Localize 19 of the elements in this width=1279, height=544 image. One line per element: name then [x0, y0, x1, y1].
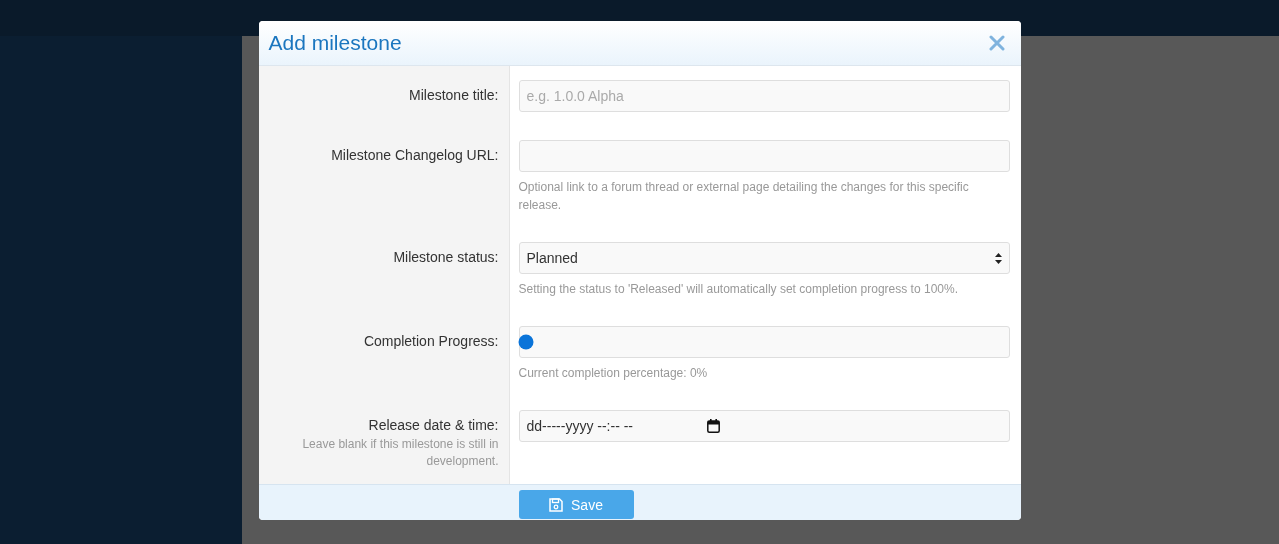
- field-note: Leave blank if this milestone is still in development.: [301, 436, 499, 470]
- dialog-title: Add milestone: [268, 31, 402, 55]
- calendar-icon: [706, 419, 720, 433]
- datetime-field[interactable]: dd-----yyyy --:-- --: [518, 410, 1010, 442]
- field-label: Milestone status:: [392, 249, 499, 265]
- field-label: Milestone Changelog URL:: [330, 147, 499, 163]
- help-text: Current completion percentage: 0%: [518, 365, 709, 382]
- field-label: Completion Progress:: [362, 333, 499, 349]
- slider-thumb[interactable]: [518, 334, 533, 350]
- close-icon[interactable]: [988, 35, 1005, 51]
- field-label: Release date & time:: [367, 417, 499, 433]
- updown-icon: [994, 252, 1002, 264]
- text-field[interactable]: [518, 140, 1010, 172]
- progress-slider[interactable]: [518, 326, 1010, 358]
- status-dropdown[interactable]: Planned: [518, 242, 1010, 274]
- field-label: Milestone title:: [408, 87, 499, 103]
- text-field[interactable]: e.g. 1.0.0 Alpha: [518, 80, 1010, 112]
- help-text: Setting the status to 'Released' will automatically set completion progress to 100%.: [518, 281, 959, 298]
- help-text: Optional link to a forum thread or external page detailing the changes for this specific release.: [518, 179, 970, 214]
